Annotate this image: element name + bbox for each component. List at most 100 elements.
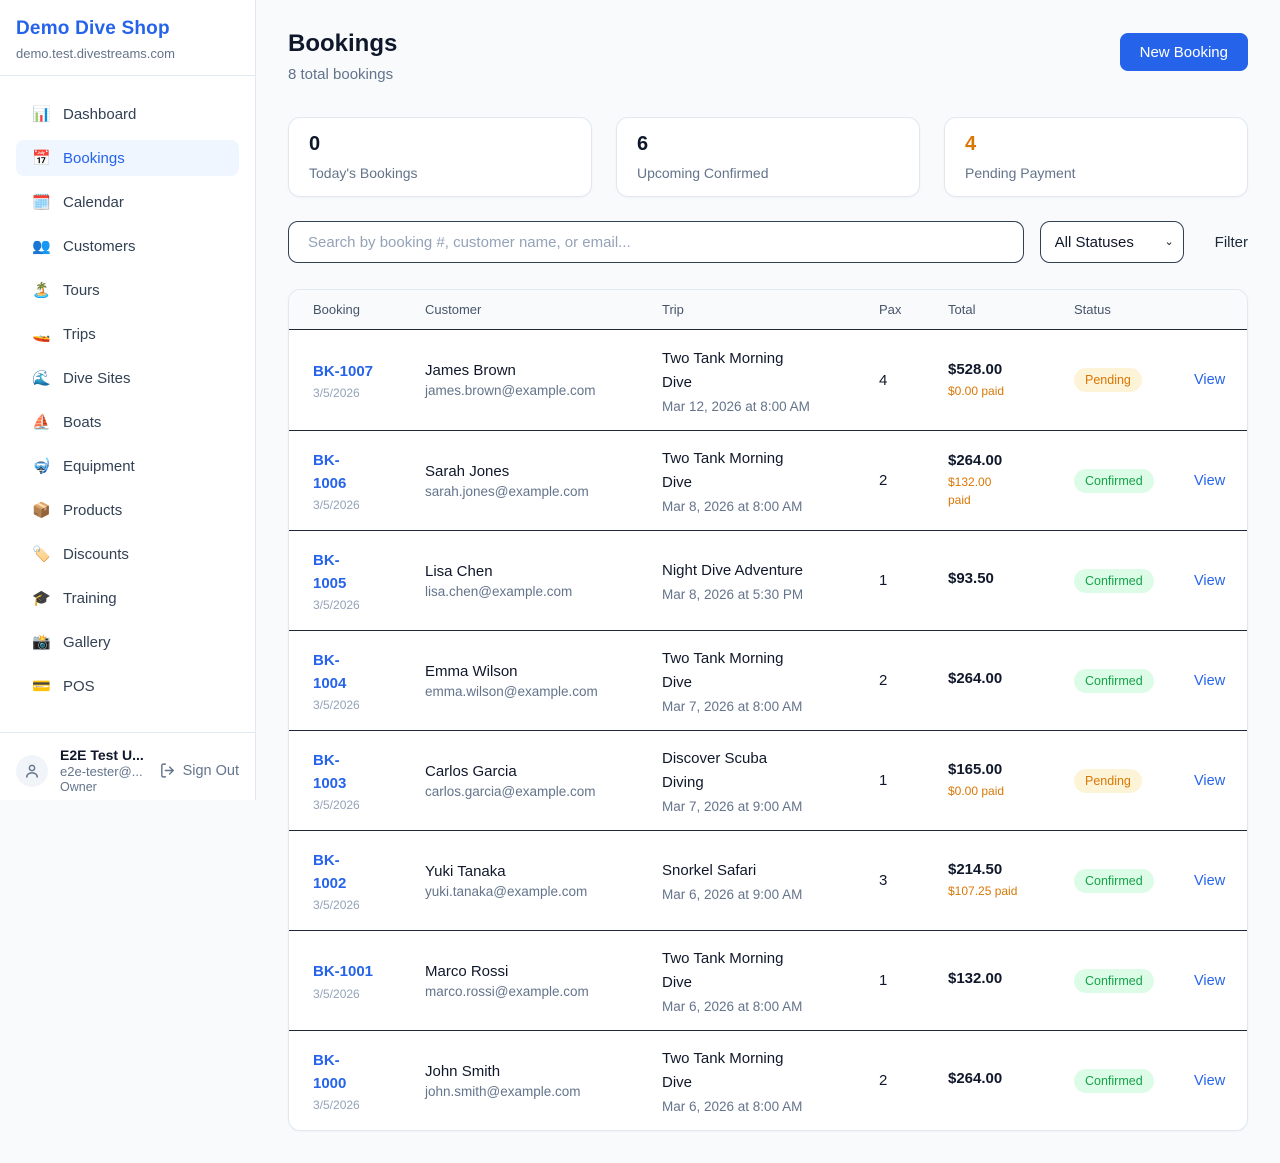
booking-id-link[interactable]: BK- 1003: [313, 749, 425, 796]
sidebar-item-training[interactable]: 🎓 Training: [16, 580, 239, 616]
avatar: [16, 755, 48, 787]
sidebar-item-label: Tours: [63, 282, 100, 299]
sidebar: Demo Dive Shop demo.test.divestreams.com…: [0, 0, 256, 800]
status-badge: Confirmed: [1074, 669, 1154, 693]
trip-datetime: Mar 8, 2026 at 5:30 PM: [662, 587, 879, 602]
column-header-status: Status: [1074, 302, 1194, 317]
search-input[interactable]: [288, 221, 1024, 263]
sidebar-item-dashboard[interactable]: 📊 Dashboard: [16, 96, 239, 132]
status-badge: Confirmed: [1074, 869, 1154, 893]
sidebar-item-calendar[interactable]: 🗓️ Calendar: [16, 184, 239, 220]
sign-out-label: Sign Out: [183, 763, 239, 779]
spiral-calendar-icon: 🗓️: [32, 193, 50, 211]
view-link[interactable]: View: [1194, 773, 1225, 789]
view-link[interactable]: View: [1194, 372, 1225, 388]
trip-datetime: Mar 6, 2026 at 8:00 AM: [662, 1099, 879, 1114]
total-bookings-count: 8 total bookings: [288, 66, 397, 83]
tag-icon: 🏷️: [32, 545, 50, 563]
total-amount: $214.50: [948, 861, 1074, 878]
new-booking-button[interactable]: New Booking: [1120, 33, 1248, 71]
view-link[interactable]: View: [1194, 573, 1225, 589]
sidebar-item-label: Training: [63, 590, 117, 607]
package-icon: 📦: [32, 501, 50, 519]
customer-email: yuki.tanaka@example.com: [425, 884, 662, 899]
sidebar-item-label: Gallery: [63, 634, 111, 651]
user-email: e2e-tester@...: [60, 764, 147, 779]
view-link[interactable]: View: [1194, 1073, 1225, 1089]
trip-datetime: Mar 6, 2026 at 8:00 AM: [662, 999, 879, 1014]
credit-card-icon: 💳: [32, 677, 50, 695]
brand-domain: demo.test.divestreams.com: [16, 46, 239, 61]
sidebar-item-discounts[interactable]: 🏷️ Discounts: [16, 536, 239, 572]
trip-name: Two Tank Morning Dive: [662, 947, 879, 995]
stat-label: Today's Bookings: [309, 165, 571, 181]
filter-bar: All Statuses ⌄ Filter: [288, 221, 1248, 263]
booking-id-link[interactable]: BK- 1004: [313, 649, 425, 696]
trip-datetime: Mar 8, 2026 at 8:00 AM: [662, 499, 879, 514]
user-meta: E2E Test U... e2e-tester@... Owner: [60, 747, 147, 794]
customer-name: Emma Wilson: [425, 663, 662, 680]
sidebar-item-label: Products: [63, 502, 122, 519]
sign-out-button[interactable]: Sign Out: [159, 762, 239, 779]
sidebar-item-customers[interactable]: 👥 Customers: [16, 228, 239, 264]
booking-date: 3/5/2026: [313, 498, 425, 512]
customer-name: Marco Rossi: [425, 963, 662, 980]
view-link[interactable]: View: [1194, 973, 1225, 989]
booking-id-link[interactable]: BK- 1002: [313, 849, 425, 896]
sidebar-item-boats[interactable]: ⛵ Boats: [16, 404, 239, 440]
trip-name: Discover Scuba Diving: [662, 747, 879, 795]
trip-name: Two Tank Morning Dive: [662, 647, 879, 695]
booking-id-link[interactable]: BK- 1006: [313, 449, 425, 496]
user-box: E2E Test U... e2e-tester@... Owner Sign …: [0, 732, 255, 808]
sidebar-item-label: Calendar: [63, 194, 124, 211]
dashboard-icon: 📊: [32, 105, 50, 123]
pax-count: 4: [879, 372, 948, 389]
sidebar-item-bookings[interactable]: 📅 Bookings: [16, 140, 239, 176]
booking-id-link[interactable]: BK-1007: [313, 360, 425, 383]
sidebar-item-pos[interactable]: 💳 POS: [16, 668, 239, 704]
customer-email: john.smith@example.com: [425, 1084, 662, 1099]
total-amount: $264.00: [948, 452, 1074, 469]
table-row: BK- 1004 3/5/2026 Emma Wilson emma.wilso…: [289, 630, 1247, 730]
customer-email: sarah.jones@example.com: [425, 484, 662, 499]
table-header-row: Booking Customer Trip Pax Total Status: [289, 290, 1247, 330]
sidebar-item-label: Equipment: [63, 458, 135, 475]
brand-name: Demo Dive Shop: [16, 18, 239, 40]
stat-card-todays-bookings: 0 Today's Bookings: [288, 117, 592, 197]
customer-email: emma.wilson@example.com: [425, 684, 662, 699]
stat-card-upcoming-confirmed: 6 Upcoming Confirmed: [616, 117, 920, 197]
booking-id-link[interactable]: BK- 1000: [313, 1049, 425, 1096]
trip-datetime: Mar 12, 2026 at 8:00 AM: [662, 399, 879, 414]
stat-value: 6: [637, 133, 899, 156]
status-badge: Confirmed: [1074, 569, 1154, 593]
sidebar-item-dive-sites[interactable]: 🌊 Dive Sites: [16, 360, 239, 396]
booking-id-link[interactable]: BK-1001: [313, 960, 425, 983]
stat-label: Pending Payment: [965, 165, 1227, 181]
page-header: Bookings 8 total bookings New Booking: [288, 30, 1248, 83]
view-link[interactable]: View: [1194, 873, 1225, 889]
booking-date: 3/5/2026: [313, 987, 425, 1001]
booking-id-link[interactable]: BK- 1005: [313, 549, 425, 596]
table-row: BK- 1002 3/5/2026 Yuki Tanaka yuki.tanak…: [289, 830, 1247, 930]
booking-date: 3/5/2026: [313, 386, 425, 400]
total-amount: $264.00: [948, 1070, 1074, 1087]
status-select[interactable]: All Statuses: [1040, 221, 1184, 263]
sidebar-item-equipment[interactable]: 🤿 Equipment: [16, 448, 239, 484]
sidebar-item-products[interactable]: 📦 Products: [16, 492, 239, 528]
paid-amount: $0.00 paid: [948, 382, 1074, 400]
trip-name: Two Tank Morning Dive: [662, 447, 879, 495]
brand[interactable]: Demo Dive Shop demo.test.divestreams.com: [0, 0, 255, 76]
table-row: BK-1001 3/5/2026 Marco Rossi marco.rossi…: [289, 930, 1247, 1030]
filter-button[interactable]: Filter: [1215, 234, 1248, 251]
view-link[interactable]: View: [1194, 473, 1225, 489]
trip-name: Snorkel Safari: [662, 859, 879, 883]
paid-amount: $107.25 paid: [948, 882, 1074, 900]
view-link[interactable]: View: [1194, 673, 1225, 689]
sidebar-item-trips[interactable]: 🚤 Trips: [16, 316, 239, 352]
trip-name: Two Tank Morning Dive: [662, 347, 879, 395]
pax-count: 1: [879, 972, 948, 989]
sidebar-item-tours[interactable]: 🏝️ Tours: [16, 272, 239, 308]
stat-card-pending-payment: 4 Pending Payment: [944, 117, 1248, 197]
sidebar-item-gallery[interactable]: 📸 Gallery: [16, 624, 239, 660]
status-badge: Confirmed: [1074, 1069, 1154, 1093]
